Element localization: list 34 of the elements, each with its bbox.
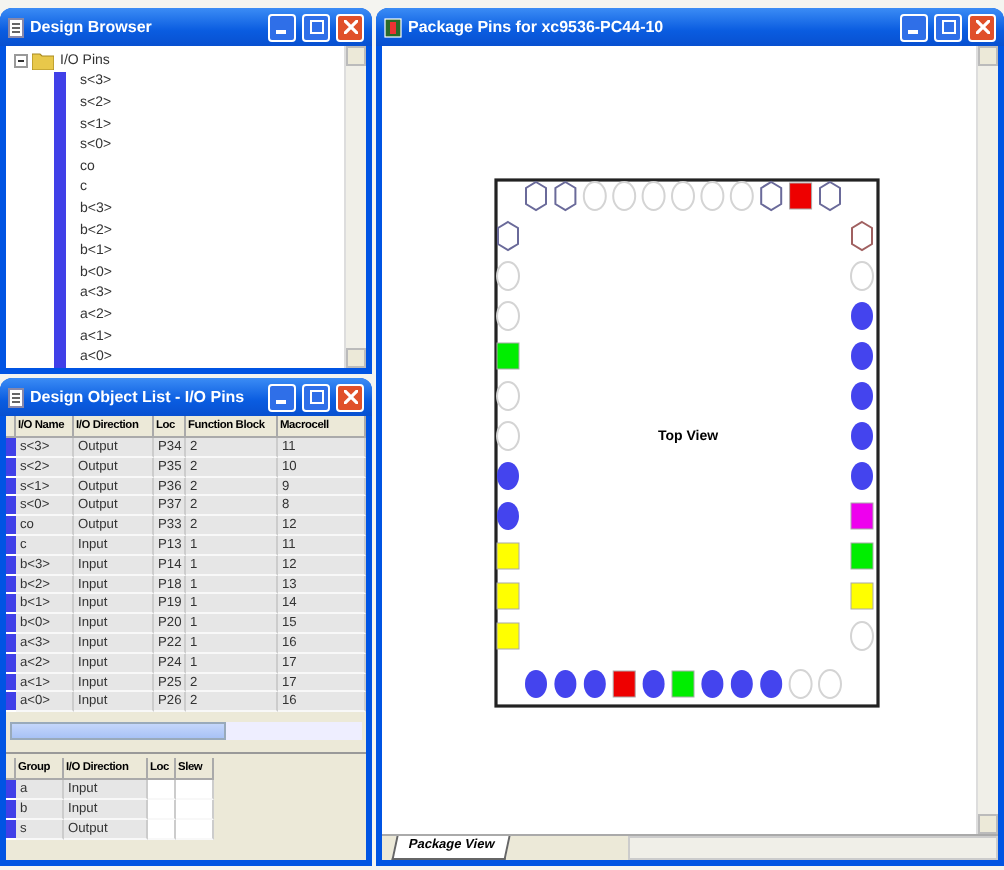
close-icon bbox=[343, 20, 357, 34]
pin-circle bbox=[788, 669, 813, 699]
minimize-button[interactable] bbox=[900, 13, 928, 41]
maximize-icon bbox=[941, 20, 955, 34]
maximize-icon bbox=[309, 390, 323, 404]
window-title: Design Browser bbox=[30, 18, 154, 36]
chip-icon bbox=[384, 17, 402, 37]
folder-icon bbox=[32, 51, 54, 70]
close-icon bbox=[975, 20, 989, 34]
scrollbar[interactable] bbox=[10, 722, 362, 741]
close-button[interactable] bbox=[336, 383, 364, 411]
maximize-button[interactable] bbox=[302, 383, 330, 411]
close-button[interactable] bbox=[336, 13, 364, 41]
collapse-icon[interactable] bbox=[14, 53, 28, 68]
table-cell bbox=[148, 799, 176, 820]
table-cell bbox=[176, 780, 214, 800]
maximize-icon bbox=[309, 20, 323, 34]
close-button[interactable] bbox=[968, 13, 996, 41]
minimize-button[interactable] bbox=[268, 13, 296, 41]
table-cell bbox=[148, 819, 176, 840]
document-icon bbox=[8, 17, 24, 37]
table-cell bbox=[176, 799, 214, 820]
window-title: Package Pins for xc9536-PC44-10 bbox=[408, 18, 666, 36]
window-title: Design Object List - I/O Pins bbox=[30, 388, 247, 406]
maximize-button[interactable] bbox=[302, 13, 330, 41]
minimize-button[interactable] bbox=[268, 383, 296, 411]
table-cell bbox=[148, 780, 176, 800]
document-icon bbox=[8, 387, 24, 407]
scrollbar[interactable] bbox=[976, 46, 998, 834]
maximize-button[interactable] bbox=[934, 13, 962, 41]
scrollbar[interactable] bbox=[627, 836, 998, 860]
scrollbar[interactable] bbox=[344, 46, 366, 368]
close-icon bbox=[343, 390, 357, 404]
table-cell bbox=[176, 819, 214, 840]
